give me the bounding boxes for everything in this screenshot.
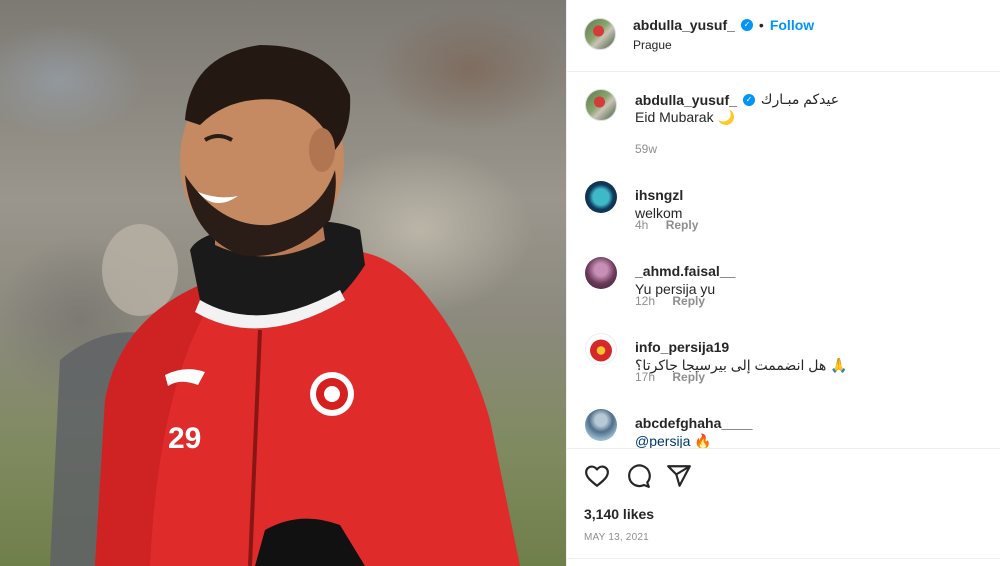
caption-avatar[interactable]: [585, 89, 617, 121]
post-photo[interactable]: 29: [0, 0, 566, 566]
paper-plane-icon[interactable]: [666, 463, 692, 489]
player-illustration: 29: [50, 45, 520, 566]
follow-button[interactable]: Follow: [770, 17, 814, 33]
verified-badge-icon: ✓: [742, 93, 755, 106]
comment-meta: 17h Reply: [635, 370, 705, 384]
commenter-avatar[interactable]: [585, 257, 617, 289]
post-sidebar: abdulla_yusuf_ ✓ • Follow Prague abdulla…: [566, 0, 1000, 566]
author-line: abdulla_yusuf_ ✓ • Follow: [633, 17, 814, 33]
reply-button[interactable]: Reply: [666, 218, 699, 232]
comment-line: abcdefghaha____ @persija 🔥: [635, 415, 753, 451]
caption-text-english: Eid Mubarak 🌙: [635, 109, 735, 125]
caption-line: abdulla_yusuf_ ✓ عيدكم مبـارك: [635, 91, 839, 108]
comment-text[interactable]: @persija 🔥: [635, 433, 712, 449]
comment-time[interactable]: 4h: [635, 218, 648, 232]
commenter-avatar[interactable]: [585, 409, 617, 441]
author-username[interactable]: abdulla_yusuf_: [633, 17, 735, 33]
jersey-number: 29: [168, 422, 201, 455]
comment-time[interactable]: 12h: [635, 294, 655, 308]
post-actions: 3,140 likes MAY 13, 2021: [567, 448, 1000, 566]
reply-button[interactable]: Reply: [672, 370, 705, 384]
comment-username[interactable]: ihsngzl: [635, 187, 683, 203]
comment-meta: 4h Reply: [635, 218, 698, 232]
post-header: abdulla_yusuf_ ✓ • Follow Prague: [567, 0, 1000, 72]
caption-username[interactable]: abdulla_yusuf_: [635, 92, 737, 108]
separator-dot: •: [758, 17, 764, 33]
comment-username[interactable]: info_persija19: [635, 339, 729, 355]
caption-text-arabic: عيدكم مبـارك: [760, 91, 840, 107]
comment-meta: 12h Reply: [635, 294, 705, 308]
comment-time[interactable]: 17h: [635, 370, 655, 384]
comment-bubble-icon[interactable]: [625, 463, 651, 489]
divider: [567, 558, 1000, 566]
heart-icon[interactable]: [584, 463, 610, 489]
post-date[interactable]: MAY 13, 2021: [584, 532, 649, 543]
reply-button[interactable]: Reply: [672, 294, 705, 308]
comment-username[interactable]: abcdefghaha____: [635, 415, 753, 431]
author-avatar[interactable]: [584, 18, 616, 50]
likes-count[interactable]: 3,140 likes: [584, 506, 654, 522]
verified-badge-icon: ✓: [740, 19, 753, 31]
post-location[interactable]: Prague: [633, 38, 672, 52]
commenter-avatar[interactable]: [585, 181, 617, 213]
commenter-avatar[interactable]: [585, 333, 617, 365]
caption-time[interactable]: 59w: [635, 142, 657, 156]
comment-username[interactable]: _ahmd.faisal__: [635, 263, 735, 279]
